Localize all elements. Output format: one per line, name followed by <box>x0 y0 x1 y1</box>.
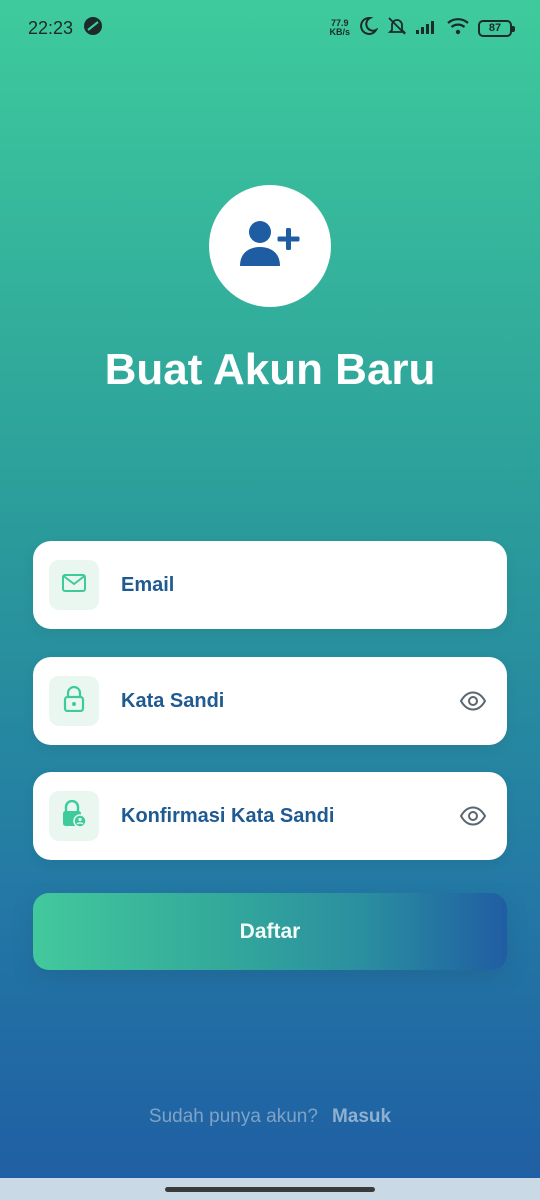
battery-icon: 87 <box>478 19 515 37</box>
confirm-password-icon-box <box>49 791 99 841</box>
login-link[interactable]: Masuk <box>332 1106 391 1127</box>
login-question: Sudah punya akun? <box>148 1106 318 1127</box>
moon-icon <box>358 16 379 41</box>
app-notification-icon <box>83 16 103 41</box>
eye-icon[interactable] <box>459 806 487 826</box>
password-field[interactable]: Kata Sandi <box>33 657 507 745</box>
register-avatar <box>209 185 331 307</box>
home-indicator[interactable] <box>165 1186 375 1192</box>
confirm-password-placeholder: Konfirmasi Kata Sandi <box>121 804 335 827</box>
navigation-bar <box>0 1178 540 1200</box>
password-icon-box <box>49 676 99 726</box>
lock-user-icon <box>61 799 87 833</box>
status-left: 22:23 <box>28 16 103 41</box>
email-placeholder: Email <box>121 573 175 596</box>
email-icon-box <box>49 560 99 610</box>
mail-icon <box>62 573 86 597</box>
battery-level: 87 <box>488 22 502 34</box>
login-prompt: Sudah punya akun? Masuk <box>0 1106 540 1128</box>
status-time: 22:23 <box>28 17 74 38</box>
signal-icon <box>416 18 438 39</box>
email-field[interactable]: Email <box>33 541 507 629</box>
speed-unit: KB/s <box>329 27 350 37</box>
eye-icon[interactable] <box>459 691 487 711</box>
page-title: Buat Akun Baru <box>104 345 436 394</box>
network-speed: 77.9 KB/s <box>329 19 350 37</box>
lock-icon <box>63 685 85 717</box>
register-button[interactable]: Daftar <box>33 893 507 970</box>
status-bar: 22:23 77.9 KB/s 87 <box>0 0 540 56</box>
password-placeholder: Kata Sandi <box>121 689 225 712</box>
person-add-icon <box>238 220 302 273</box>
mute-icon <box>386 16 408 41</box>
status-right: 77.9 KB/s 87 <box>329 16 515 41</box>
wifi-icon <box>446 17 470 40</box>
confirm-password-field[interactable]: Konfirmasi Kata Sandi <box>33 772 507 860</box>
